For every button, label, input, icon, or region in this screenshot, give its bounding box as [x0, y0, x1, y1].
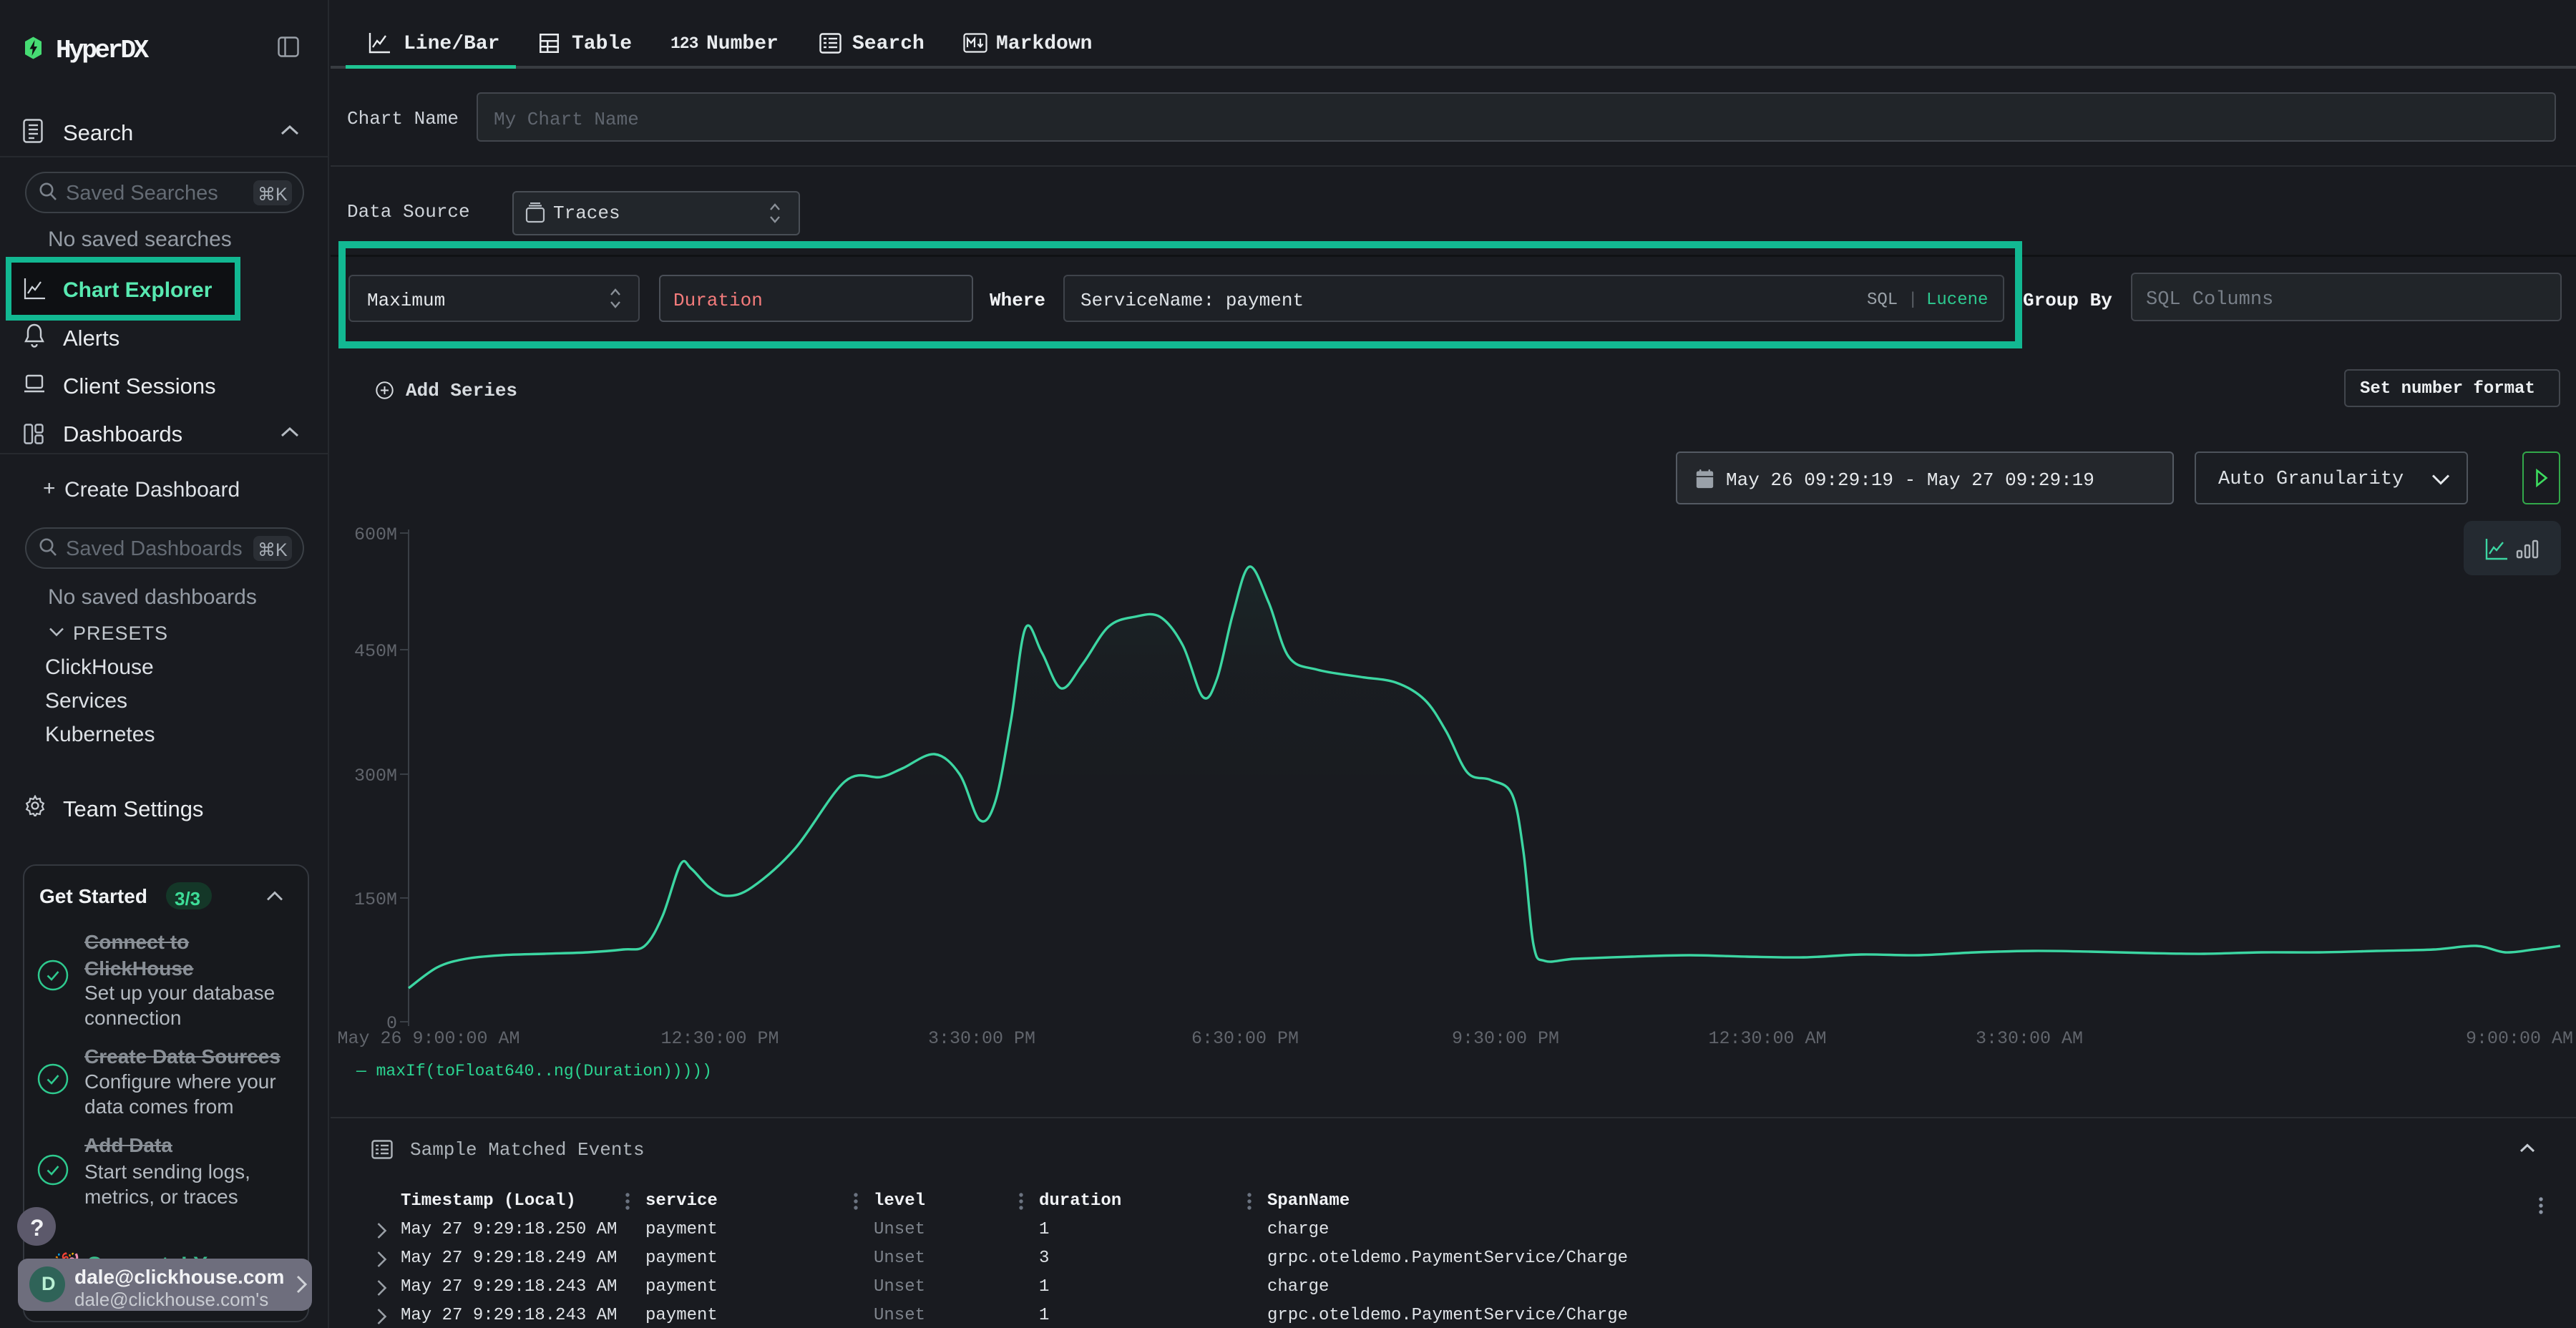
svg-text:9:30:00 PM: 9:30:00 PM	[1452, 1028, 1559, 1049]
svg-text:9:00:00 AM: 9:00:00 AM	[2466, 1028, 2573, 1049]
svg-text:3:30:00 AM: 3:30:00 AM	[1976, 1028, 2083, 1049]
svg-text:12:30:00 PM: 12:30:00 PM	[660, 1028, 779, 1049]
svg-text:600M: 600M	[354, 524, 397, 545]
svg-text:300M: 300M	[354, 766, 397, 786]
svg-text:3:30:00 PM: 3:30:00 PM	[928, 1028, 1035, 1049]
svg-text:150M: 150M	[354, 889, 397, 910]
svg-text:450M: 450M	[354, 641, 397, 662]
svg-text:12:30:00 AM: 12:30:00 AM	[1708, 1028, 1826, 1049]
svg-text:— maxIf(toFloat640..ng(Duratio: — maxIf(toFloat640..ng(Duration)))))	[356, 1062, 712, 1080]
svg-text:May 26 9:00:00 AM: May 26 9:00:00 AM	[337, 1028, 519, 1049]
svg-text:6:30:00 PM: 6:30:00 PM	[1191, 1028, 1299, 1049]
